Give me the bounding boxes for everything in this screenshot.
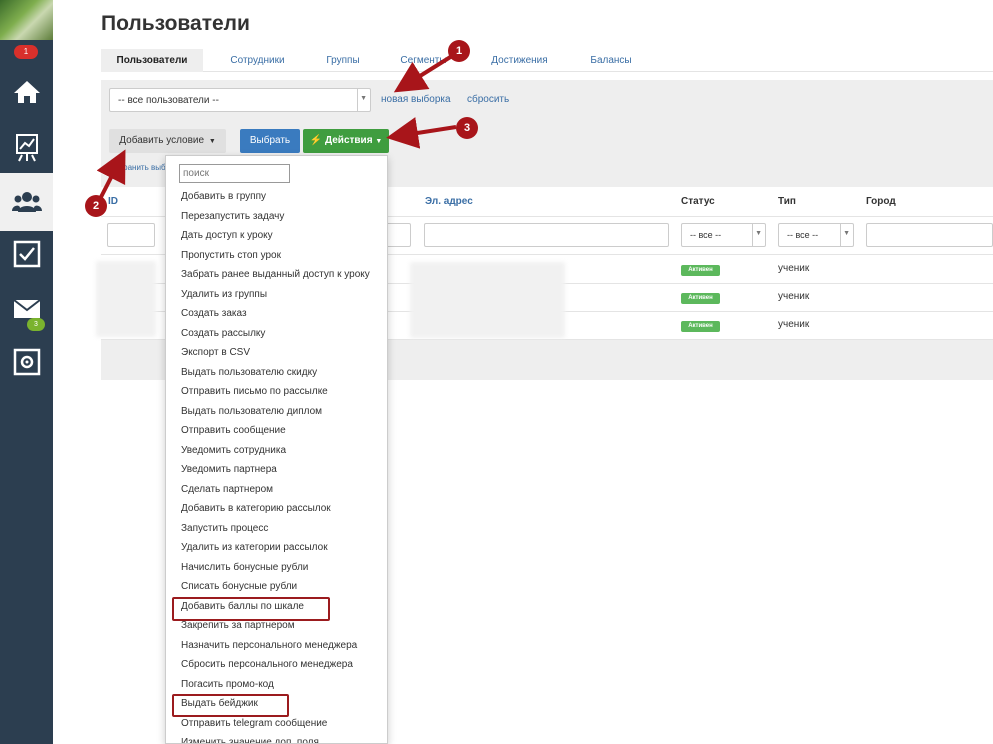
bolt-icon: ⚡ bbox=[309, 135, 323, 146]
status-badge: Активен bbox=[681, 265, 720, 276]
dropdown-item[interactable]: Удалить из группы bbox=[181, 289, 267, 300]
blurred-avatars bbox=[96, 261, 156, 337]
dropdown-item[interactable]: Экспорт в CSV bbox=[181, 347, 250, 358]
notification-badge[interactable]: 1 bbox=[14, 45, 38, 59]
column-header-type: Тип bbox=[778, 196, 796, 207]
dropdown-item[interactable]: Уведомить партнера bbox=[181, 464, 277, 475]
highlight-box bbox=[172, 597, 330, 621]
tab-segments[interactable]: Сегменты bbox=[391, 49, 456, 72]
reset-link[interactable]: сбросить bbox=[467, 94, 509, 105]
dropdown-item[interactable]: Закрепить за партнером bbox=[181, 620, 295, 631]
dropdown-item[interactable]: Добавить в категорию рассылок bbox=[181, 503, 331, 514]
actions-dropdown-menu: Добавить в группу Перезапустить задачу Дат… bbox=[165, 155, 388, 744]
chevron-down-icon: ▼ bbox=[843, 230, 850, 237]
chevron-down-icon: ▼ bbox=[360, 95, 367, 102]
selection-value: -- все пользователи -- bbox=[118, 95, 219, 106]
type-cell: ученик bbox=[778, 291, 810, 302]
dropdown-item[interactable]: Уведомить сотрудника bbox=[181, 445, 286, 456]
settings-icon[interactable] bbox=[0, 333, 53, 391]
dropdown-item[interactable]: Перезапустить задачу bbox=[181, 211, 284, 222]
status-filter-select[interactable]: -- все -- ▼ bbox=[681, 223, 766, 247]
type-filter-value: -- все -- bbox=[787, 230, 819, 240]
dropdown-item[interactable]: Выдать пользователю диплом bbox=[181, 406, 322, 417]
actions-label: Действия bbox=[324, 135, 373, 146]
chevron-down-icon: ▼ bbox=[755, 230, 762, 237]
highlight-box bbox=[172, 694, 289, 717]
dropdown-search-input[interactable] bbox=[179, 164, 290, 183]
status-badge: Активен bbox=[681, 293, 720, 304]
actions-button[interactable]: ⚡ Действия ▼ bbox=[303, 129, 389, 153]
dropdown-item[interactable]: Пропустить стоп урок bbox=[181, 250, 281, 261]
email-filter-input[interactable] bbox=[424, 223, 669, 247]
users-icon[interactable] bbox=[0, 173, 53, 231]
column-header-city: Город bbox=[866, 196, 896, 207]
dropdown-item[interactable]: Назначить персонального менеджера bbox=[181, 640, 357, 651]
page-title: Пользователи bbox=[101, 12, 250, 35]
type-cell: ученик bbox=[778, 263, 810, 274]
dropdown-item[interactable]: Создать рассылку bbox=[181, 328, 265, 339]
dropdown-item[interactable]: Запустить процесс bbox=[181, 523, 268, 534]
dropdown-item[interactable]: Удалить из категории рассылок bbox=[181, 542, 328, 553]
caret-down-icon: ▼ bbox=[206, 138, 216, 145]
caret-down-icon: ▼ bbox=[375, 138, 383, 145]
city-filter-input[interactable] bbox=[866, 223, 993, 247]
dropdown-item[interactable]: Начислить бонусные рубли bbox=[181, 562, 308, 573]
dropdown-item[interactable]: Дать доступ к уроку bbox=[181, 230, 273, 241]
selection-select[interactable]: -- все пользователи -- ▼ bbox=[109, 88, 371, 112]
checkbox-icon[interactable] bbox=[0, 225, 53, 283]
dropdown-item[interactable]: Отправить сообщение bbox=[181, 425, 286, 436]
select-divider bbox=[752, 224, 753, 246]
chart-icon[interactable] bbox=[0, 119, 53, 177]
add-condition-label: Добавить условие bbox=[119, 135, 205, 146]
type-cell: ученик bbox=[778, 319, 810, 330]
select-divider bbox=[840, 224, 841, 246]
column-header-email[interactable]: Эл. адрес bbox=[425, 196, 473, 207]
annotation-marker-1: 1 bbox=[448, 40, 470, 62]
column-header-id[interactable]: ID bbox=[108, 196, 118, 207]
tab-groups[interactable]: Группы bbox=[313, 49, 373, 72]
dropdown-item[interactable]: Отправить telegram сообщение bbox=[181, 718, 327, 729]
id-filter-input[interactable] bbox=[107, 223, 155, 247]
select-divider bbox=[357, 89, 358, 111]
status-filter-value: -- все -- bbox=[690, 230, 722, 240]
dropdown-item[interactable]: Погасить промо-код bbox=[181, 679, 274, 690]
tab-employees[interactable]: Сотрудники bbox=[217, 49, 298, 72]
choose-button[interactable]: Выбрать bbox=[240, 129, 300, 153]
sidebar: 1 3 bbox=[0, 0, 53, 744]
tab-bar: Пользователи Сотрудники Группы Сегменты … bbox=[101, 49, 993, 72]
tab-balances[interactable]: Балансы bbox=[581, 49, 641, 72]
annotation-marker-3: 3 bbox=[456, 117, 478, 139]
dropdown-item[interactable]: Создать заказ bbox=[181, 308, 247, 319]
dropdown-item[interactable]: Сделать партнером bbox=[181, 484, 273, 495]
dropdown-item[interactable]: Списать бонусные рубли bbox=[181, 581, 297, 592]
mail-count-badge: 3 bbox=[27, 318, 45, 331]
add-condition-button[interactable]: Добавить условие ▼ bbox=[109, 129, 226, 153]
new-selection-link[interactable]: новая выборка bbox=[381, 94, 451, 105]
home-icon[interactable] bbox=[0, 63, 53, 121]
type-filter-select[interactable]: -- все -- ▼ bbox=[778, 223, 854, 247]
avatar[interactable] bbox=[0, 0, 53, 40]
blurred-emails bbox=[410, 262, 565, 338]
status-badge: Активен bbox=[681, 321, 720, 332]
mail-icon[interactable]: 3 bbox=[0, 280, 53, 338]
dropdown-item[interactable]: Сбросить персонального менеджера bbox=[181, 659, 353, 670]
annotation-marker-2: 2 bbox=[85, 195, 107, 217]
tab-achievements[interactable]: Достижения bbox=[481, 49, 558, 72]
app-root: 1 3 Пользователи Пользователи Сотрудники… bbox=[0, 0, 993, 744]
dropdown-item[interactable]: Отправить письмо по рассылке bbox=[181, 386, 328, 397]
dropdown-item[interactable]: Выдать пользователю скидку bbox=[181, 367, 317, 378]
column-header-status: Статус bbox=[681, 196, 715, 207]
dropdown-item[interactable]: Изменить значение доп. поля bbox=[181, 737, 319, 743]
tab-users[interactable]: Пользователи bbox=[101, 49, 203, 72]
dropdown-item[interactable]: Добавить в группу bbox=[181, 191, 266, 202]
dropdown-item[interactable]: Забрать ранее выданный доступ к уроку bbox=[181, 269, 370, 280]
